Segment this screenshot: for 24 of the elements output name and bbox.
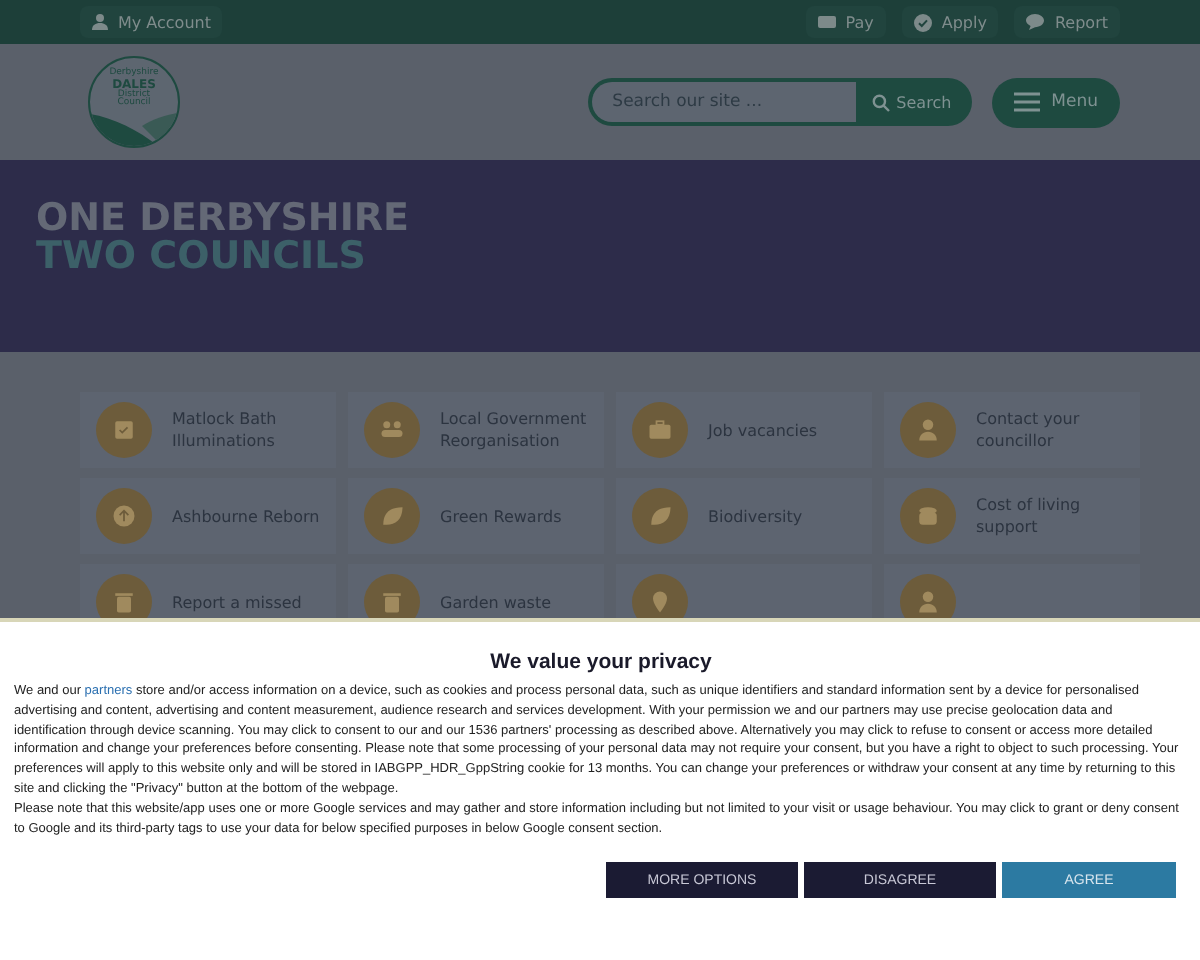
person-icon: [92, 14, 108, 30]
bin-icon: [110, 588, 138, 616]
top-bar-link[interactable]: Report: [1014, 6, 1120, 38]
top-bar-link[interactable]: Pay: [805, 6, 886, 38]
briefcase-icon: [646, 416, 674, 444]
search-button[interactable]: Search: [856, 78, 972, 126]
leaf-icon: [646, 502, 674, 530]
top-bar-link[interactable]: Apply: [901, 6, 999, 38]
leaf-icon: [378, 502, 406, 530]
coins-icon: [914, 502, 942, 530]
person-icon: [914, 588, 942, 616]
card-icon: [817, 14, 836, 30]
search-icon: [872, 93, 891, 111]
check-circle-icon: [913, 13, 932, 31]
my-account-link[interactable]: My Account: [80, 6, 223, 38]
person-icon: [914, 416, 942, 444]
calendar-icon: [110, 416, 138, 444]
chat-icon: [1026, 14, 1045, 30]
menu-icon: [1013, 92, 1040, 112]
bin-icon: [378, 588, 406, 616]
upload-circle-icon: [110, 502, 138, 530]
menu-button[interactable]: Menu: [991, 77, 1120, 127]
hero-heading: ONE DERBYSHIRE: [36, 200, 409, 238]
consent-title: We value your privacy: [490, 650, 712, 674]
